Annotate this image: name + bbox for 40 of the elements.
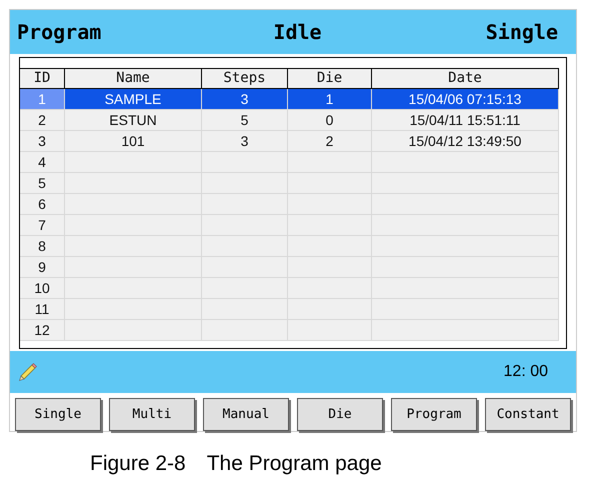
table-cell[interactable]: 2 [20,110,65,131]
table-cell: 2 [288,130,372,152]
figure-caption: Figure 2-8 The Program page [90,451,382,477]
nav-button[interactable]: Die [297,398,383,431]
table-cell[interactable]: 6 [20,194,65,215]
column-header: Name [65,68,202,89]
table-cell: 15/04/06 07:15:13 [372,88,559,110]
table-cell[interactable]: 5 [20,172,65,194]
table-cell: ESTUN [65,110,202,131]
pencil-icon[interactable] [17,361,39,384]
table-cell[interactable]: 10 [20,278,65,299]
nav-button[interactable]: Multi [109,398,195,431]
table-cell[interactable]: 3 [20,130,65,152]
table-cell: 0 [288,110,372,131]
table-cell[interactable]: 8 [20,236,65,257]
nav-button[interactable]: Single [15,398,101,431]
nav-button[interactable]: Program [391,398,477,431]
table-cell: 101 [65,130,202,152]
nav-button[interactable]: Constant [485,398,571,431]
table-cell: 15/04/11 15:51:11 [372,110,559,131]
table-cell[interactable]: 7 [20,214,65,236]
table-cell[interactable]: 9 [20,256,65,278]
clock-time: 12: 00 [504,363,548,382]
table-cell: 3 [202,130,288,152]
mode-label: Single [486,20,558,44]
table-cell[interactable]: 11 [20,298,65,320]
table-cell[interactable]: 12 [20,320,65,341]
table-cell[interactable]: 4 [20,152,65,173]
table-cell: 3 [202,88,288,110]
page-title: Program [17,20,102,44]
column-header: Die [288,68,372,89]
table-cell: 5 [202,110,288,131]
table-cell: 15/04/12 13:49:50 [372,130,559,152]
column-header: Date [372,68,559,89]
machine-status: Idle [273,20,322,44]
table-cell: 1 [288,88,372,110]
column-header: Steps [202,68,288,89]
column-header: ID [20,68,65,89]
table-cell: SAMPLE [65,88,202,110]
nav-button[interactable]: Manual [203,398,289,431]
